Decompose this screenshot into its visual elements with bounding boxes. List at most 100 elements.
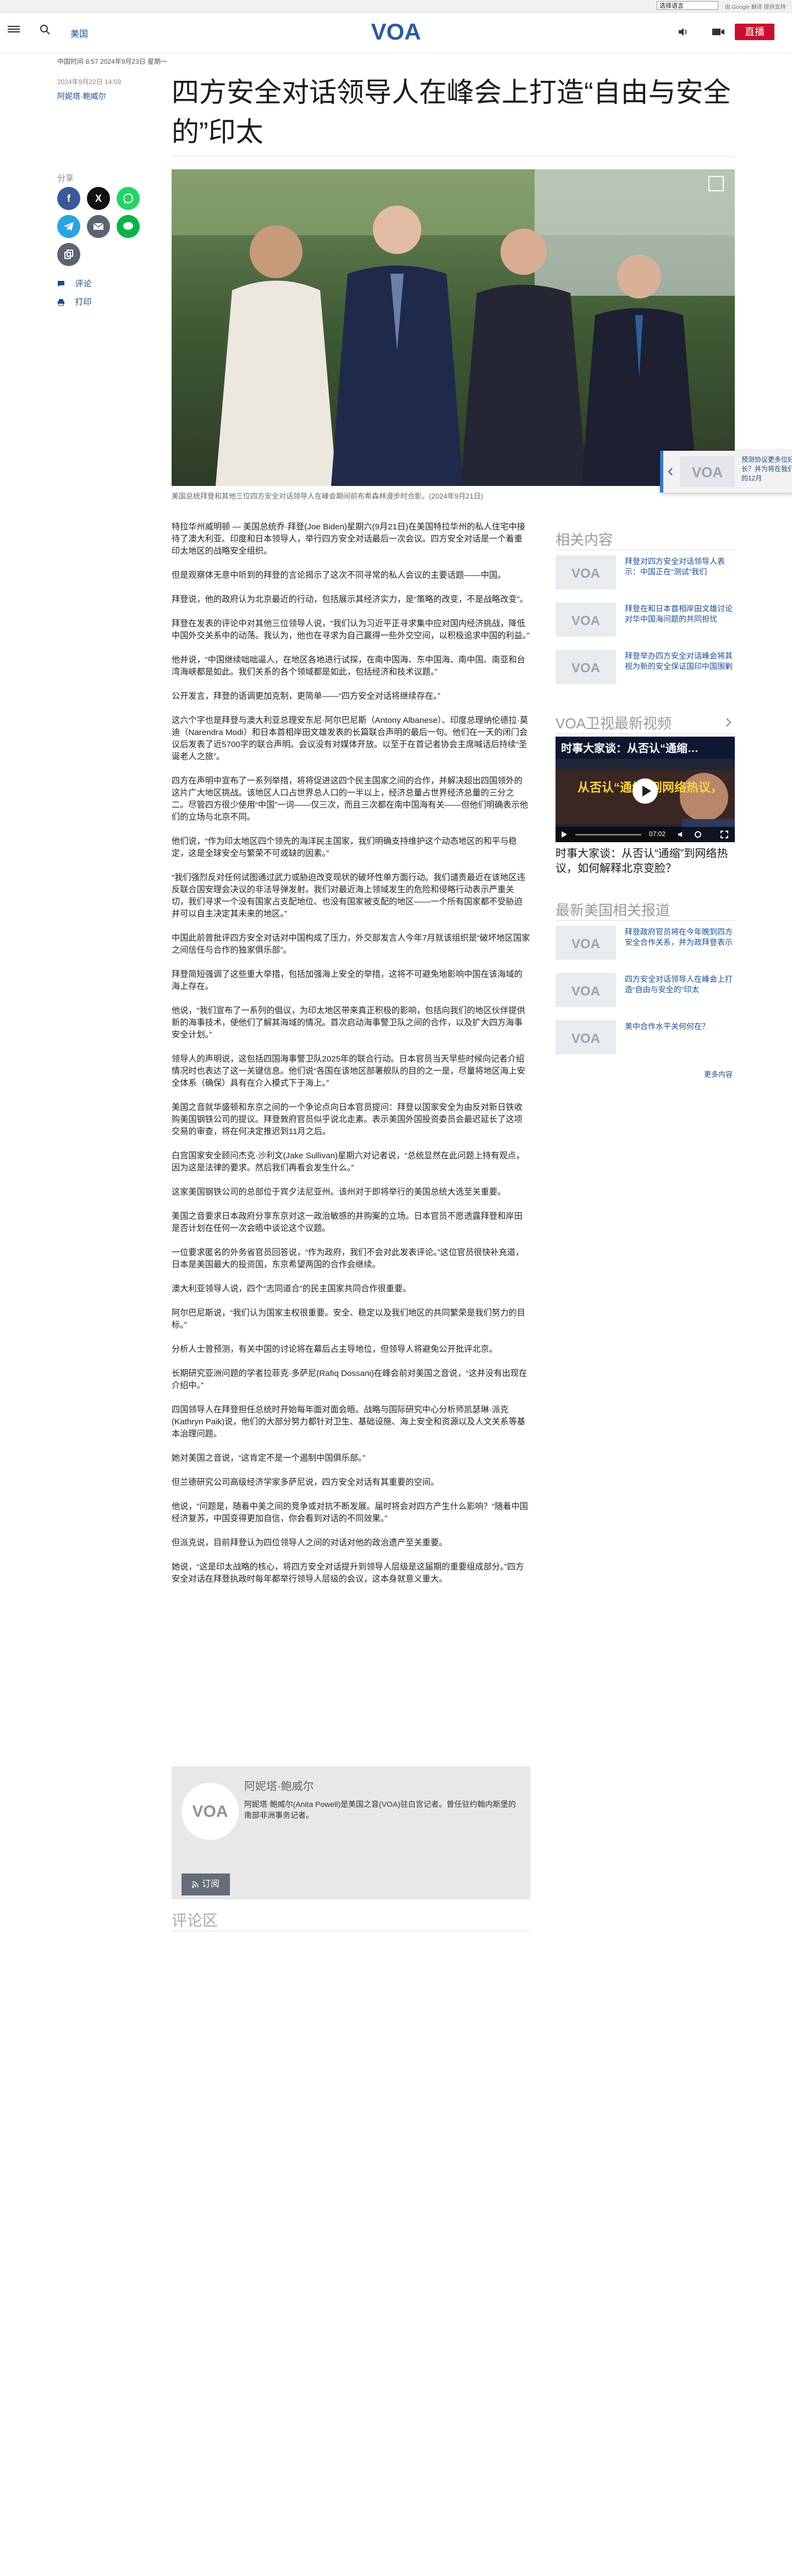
related-item[interactable]: VOA 拜登在和日本首相岸田文雄讨论对华中国海问题的共同担忧 <box>556 602 735 639</box>
article-paragraph: 但派克说，目前拜登认为四位领导人之间的对话对他的政治遗产至关重要。 <box>172 1538 448 1547</box>
telegram-share-button[interactable] <box>57 215 80 238</box>
hero-image <box>172 169 735 486</box>
svg-text:VOA: VOA <box>571 937 600 952</box>
latest-title: 美中合作水平关何何在？ <box>625 1022 710 1031</box>
video-player[interactable]: 时事大家谈：从否认“通缩… 从否认“通缩”到网络热议， 07:02 <box>556 737 735 842</box>
live-button[interactable]: 直播 <box>735 24 774 40</box>
article-paragraph: 拜登简短强调了这些重大举措，包括加强海上安全的举措，这将不可避免地影响中国在该海… <box>172 970 522 991</box>
x-share-button[interactable]: X <box>87 187 110 210</box>
floating-thumbnail: VOA <box>680 456 735 487</box>
article-paragraph: 特拉华州威明顿 — 美国总统乔·拜登(Joe Biden)星期六(9月21日)在… <box>172 522 525 556</box>
article-paragraph: 他并说，“中国继续咄咄逼人，在地区各地进行试探，在南中国海、东中国海、南中国、南… <box>172 655 525 677</box>
latest-item[interactable]: VOA 拜登政府官员将在今年晚到四方安全合作关系，并为政拜登表示 <box>556 926 735 962</box>
video-divider <box>556 733 735 734</box>
article-paragraph: 美国之音就华盛顿和东京之间的一个争论点向日本官员提问：拜登以国家安全为由反对新日… <box>172 1103 522 1136</box>
video-controls[interactable]: 07:02 <box>556 827 735 842</box>
copy-link-button[interactable] <box>57 243 80 266</box>
timestamp-line: 中国时间 8:57 2024年9月23日 星期一 <box>57 58 168 65</box>
related-item[interactable]: VOA 拜登举办四方安全对话峰会将其视为新的安全保证国印中国围剿 <box>556 650 735 686</box>
article-paragraph: 分析人士曾预测，有关中国的讨论将在幕后占主导地位，但领导人将避免公开批评北京。 <box>172 1345 498 1354</box>
section-nav-label[interactable]: 美国 <box>70 26 88 40</box>
latest-title: 拜登政府官员将在今年晚到四方安全合作关系，并为政拜登表示 <box>625 927 733 947</box>
article-paragraph: 他说，“问题是，随着中美之间的竞争或对抗不断发展。届时将会对四方产生什么影响？“… <box>172 1502 528 1523</box>
play-icon <box>642 786 651 797</box>
whatsapp-share-button[interactable] <box>117 187 140 210</box>
article-paragraph: 公开发言，拜登的语调更加克制，更简单——“四方安全对话将继续存在。” <box>172 692 441 701</box>
video-caption[interactable]: 时事大家谈：从否认“通缩”到网络热议，如何解释北京变脸？ <box>556 847 735 876</box>
expand-image-icon[interactable] <box>708 176 724 191</box>
article-paragraph: 这六个字也是拜登与澳大利亚总理安东尼·阿尔巴尼斯（Antony Albanese… <box>172 716 529 761</box>
author-description: 阿妮塔·鲍威尔(Anita Powell)是美国之音(VOA)驻白宫记者。曾任驻… <box>244 1800 516 1820</box>
article-paragraph: 澳大利亚领导人说，四个“志同道合”的民主国家共同合作很重要。 <box>172 1284 411 1293</box>
svg-text:VOA: VOA <box>571 661 600 676</box>
volume-icon[interactable] <box>678 831 686 838</box>
author-link[interactable]: 阿妮塔·鲍威尔 <box>57 91 106 102</box>
article-paragraph: 一位要求匿名的外务省官员回答说，“作为政府，我们不会对此发表评论。”这位官员很快… <box>172 1248 524 1269</box>
comment-link[interactable]: 评论 <box>57 278 91 289</box>
article-paragraph: 领导人的声明说，这包括四国海事警卫队2025年的联合行动。日本官员当天早些时候向… <box>172 1054 525 1088</box>
chevron-right-icon[interactable] <box>725 717 733 728</box>
search-icon[interactable] <box>40 24 51 35</box>
email-share-button[interactable] <box>87 215 110 238</box>
article-paragraph: 他说，“我们宣布了一系列的倡议，为印太地区带来真正积极的影响，包括向我们的地区伙… <box>172 1006 525 1040</box>
comment-icon <box>58 280 64 287</box>
latest-thumbnail: VOA <box>556 926 616 960</box>
menu-icon[interactable] <box>8 24 20 34</box>
author-name[interactable]: 阿妮塔·鲍威尔 <box>244 1777 314 1793</box>
floating-related-widget[interactable]: VOA 预测协议更多位好长？并为将在我们的12月 <box>660 451 792 493</box>
svg-text:时事大家谈：从否认“通缩…: 时事大家谈：从否认“通缩… <box>561 742 698 755</box>
article-paragraph: 阿尔巴尼斯说，“我们认为国家主权很重要。安全、稳定以及我们地区的共同繁荣是我们努… <box>172 1308 525 1330</box>
fullscreen-icon[interactable] <box>721 831 728 838</box>
related-title: 拜登举办四方安全对话峰会将其视为新的安全保证国印中国围剿 <box>625 651 733 671</box>
publish-date: 2024年9月22日 14:59 <box>57 78 122 86</box>
svg-text:VOA: VOA <box>571 1031 600 1046</box>
language-select[interactable]: 选择语言 <box>657 1 718 10</box>
latest-item[interactable]: VOA 四方安全对话领导人在峰会上打造“自由与安全的”印太 <box>556 973 735 1009</box>
latest-title: 四方安全对话领导人在峰会上打造“自由与安全的”印太 <box>625 975 733 994</box>
print-link[interactable]: 打印 <box>57 296 91 307</box>
chevron-left-icon[interactable] <box>667 467 674 476</box>
floating-title: 预测协议更多位好长？并为将在我们的12月 <box>741 456 792 482</box>
article-paragraph: 但是观察体无意中听到的拜登的言论揭示了这次不同寻常的私人会议的主要话题——中国。 <box>172 571 506 580</box>
progress-bar[interactable] <box>575 834 641 836</box>
comment-link-label: 评论 <box>75 279 92 289</box>
more-content-link[interactable]: 更多内容 <box>704 1069 733 1079</box>
article-paragraph: “我们强烈反对任何试图通过武力或胁迫改变现状的破坏性单方面行动。我们谴责最近在该… <box>172 873 525 919</box>
subscribe-button[interactable]: 订阅 <box>182 1873 230 1895</box>
play-button[interactable] <box>632 778 658 804</box>
article-paragraph: 她说，“这是印太战略的核心，将四方安全对话提升到领导人层级是这届期的重要组成部分… <box>172 1562 524 1584</box>
page-title: 四方安全对话领导人在峰会上打造“自由与安全的”印太 <box>172 77 731 147</box>
article-paragraph: 四国领导人在拜登担任总统时开始每年面对面会晤。战略与国际研究中心分析师凯瑟琳·派… <box>172 1405 525 1439</box>
svg-text:VOA: VOA <box>192 1803 228 1821</box>
print-icon <box>58 298 64 306</box>
article-paragraph: 四方在声明中宣布了一系列举措，将将促进这四个民主国家之间的合作，并解决超出四国领… <box>172 776 528 822</box>
print-link-label: 打印 <box>75 297 92 307</box>
image-caption: 美国总统拜登和其他三位四方安全对话领导人在峰会期间前布希森林漫步时合影。(202… <box>172 492 483 500</box>
audio-icon[interactable] <box>678 26 690 37</box>
svg-text:VOA: VOA <box>571 613 600 628</box>
subscribe-label: 订阅 <box>201 1880 219 1889</box>
related-thumbnail: VOA <box>556 650 616 684</box>
settings-icon[interactable] <box>694 831 702 838</box>
play-small-icon[interactable] <box>561 831 568 838</box>
article-paragraph: 美国之音要求日本政府分享东京对这一政治敏感的并购案的立场。日本官员不愿透露拜登和… <box>172 1212 522 1233</box>
latest-thumbnail: VOA <box>556 1020 616 1054</box>
copy-icon <box>64 250 73 259</box>
video-icon[interactable] <box>712 26 725 37</box>
telegram-icon <box>64 222 74 231</box>
latest-item[interactable]: VOA 美中合作水平关何何在？ <box>556 1020 735 1057</box>
related-thumbnail: VOA <box>556 602 616 637</box>
facebook-share-button[interactable]: f <box>57 187 80 210</box>
voa-logo[interactable]: VOA <box>367 19 425 45</box>
latest-divider <box>556 920 735 921</box>
related-title: 拜登对四方安全对话领导人表示：中国正在“测试”我们 <box>625 557 725 576</box>
related-item[interactable]: VOA 拜登对四方安全对话领导人表示：中国正在“测试”我们 <box>556 555 735 592</box>
svg-text:VOA: VOA <box>571 566 600 581</box>
title-divider <box>172 156 735 157</box>
comments-heading: 评论区 <box>172 1912 218 1929</box>
envelope-icon <box>93 223 104 230</box>
facebook-icon: f <box>67 193 70 204</box>
latest-thumbnail: VOA <box>556 973 616 1007</box>
line-share-button[interactable] <box>117 215 140 238</box>
video-section-title[interactable]: VOA卫视最新视频 <box>556 712 672 733</box>
